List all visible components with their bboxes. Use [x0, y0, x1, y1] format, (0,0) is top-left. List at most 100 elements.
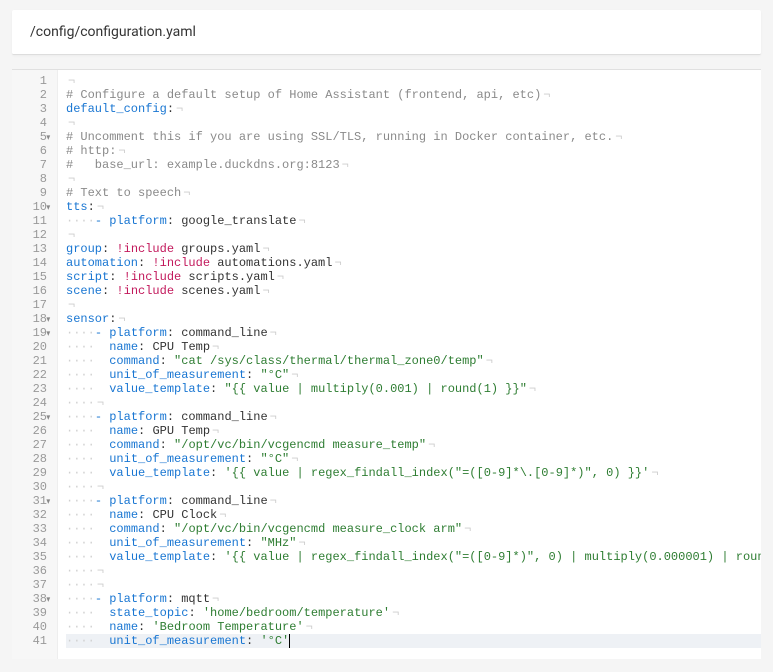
code-line[interactable]: ¬ — [66, 74, 761, 88]
line-number[interactable]: 10▾ — [12, 200, 53, 214]
code-line[interactable]: ···· command: "/opt/vc/bin/vcgencmd meas… — [66, 522, 761, 536]
line-number[interactable]: 15 — [12, 270, 53, 284]
line-number[interactable]: 35 — [12, 550, 53, 564]
eol-marker: ¬ — [277, 270, 284, 284]
code-line[interactable]: ····¬ — [66, 396, 761, 410]
line-number[interactable]: 26 — [12, 424, 53, 438]
line-number[interactable]: 18▾ — [12, 312, 53, 326]
fold-toggle-icon[interactable]: ▾ — [46, 131, 50, 145]
code-line[interactable]: ¬ — [66, 172, 761, 186]
code-line[interactable]: group: !include groups.yaml¬ — [66, 242, 761, 256]
code-line[interactable]: ····- platform: command_line¬ — [66, 494, 761, 508]
line-number[interactable]: 39 — [12, 606, 53, 620]
line-number[interactable]: 1 — [12, 74, 53, 88]
line-number[interactable]: 20 — [12, 340, 53, 354]
line-number[interactable]: 29 — [12, 466, 53, 480]
code-line[interactable]: # Configure a default setup of Home Assi… — [66, 88, 761, 102]
code-line[interactable]: default_config:¬ — [66, 102, 761, 116]
line-number[interactable]: 23 — [12, 382, 53, 396]
code-line[interactable]: ···· value_template: '{{ value | regex_f… — [66, 466, 761, 480]
eol-marker: ¬ — [298, 536, 305, 550]
eol-marker: ¬ — [68, 116, 75, 130]
line-number[interactable]: 37 — [12, 578, 53, 592]
fold-toggle-icon[interactable]: ▾ — [46, 411, 50, 425]
line-number[interactable]: 31▾ — [12, 494, 53, 508]
code-line[interactable]: ···· command: "/opt/vc/bin/vcgencmd meas… — [66, 438, 761, 452]
code-line[interactable]: automation: !include automations.yaml¬ — [66, 256, 761, 270]
code-line[interactable]: ····¬ — [66, 578, 761, 592]
code-line[interactable]: ···· unit_of_measurement: '°C' — [66, 634, 761, 648]
line-number-gutter[interactable]: 12345▾678910▾1112131415161718▾19▾2021222… — [12, 70, 58, 659]
code-line[interactable]: ····- platform: command_line¬ — [66, 410, 761, 424]
code-line[interactable]: # http:¬ — [66, 144, 761, 158]
code-line[interactable]: # Text to speech¬ — [66, 186, 761, 200]
code-content-area[interactable]: ¬# Configure a default setup of Home Ass… — [58, 70, 761, 659]
line-number[interactable]: 4 — [12, 116, 53, 130]
code-line[interactable]: ····- platform: command_line¬ — [66, 326, 761, 340]
fold-toggle-icon[interactable]: ▾ — [46, 593, 50, 607]
line-number[interactable]: 5▾ — [12, 130, 53, 144]
line-number[interactable]: 8 — [12, 172, 53, 186]
eol-marker: ¬ — [97, 578, 104, 592]
line-number[interactable]: 25▾ — [12, 410, 53, 424]
code-line[interactable]: ···· name: CPU Clock¬ — [66, 508, 761, 522]
code-line[interactable]: script: !include scripts.yaml¬ — [66, 270, 761, 284]
line-number[interactable]: 36 — [12, 564, 53, 578]
code-editor[interactable]: 12345▾678910▾1112131415161718▾19▾2021222… — [12, 69, 761, 659]
code-line[interactable]: ···· value_template: '{{ value | regex_f… — [66, 550, 761, 564]
code-line[interactable]: ····¬ — [66, 480, 761, 494]
line-number[interactable]: 27 — [12, 438, 53, 452]
code-line[interactable]: ···· name: 'Bedroom Temperature'¬ — [66, 620, 761, 634]
fold-toggle-icon[interactable]: ▾ — [46, 495, 50, 509]
code-line[interactable]: scene: !include scenes.yaml¬ — [66, 284, 761, 298]
line-number[interactable]: 13 — [12, 242, 53, 256]
eol-marker: ¬ — [97, 564, 104, 578]
line-number[interactable]: 14 — [12, 256, 53, 270]
code-line[interactable]: ¬ — [66, 228, 761, 242]
code-line[interactable]: ¬ — [66, 116, 761, 130]
code-line[interactable]: ···· unit_of_measurement: "°C"¬ — [66, 452, 761, 466]
line-number[interactable]: 19▾ — [12, 326, 53, 340]
line-number[interactable]: 2 — [12, 88, 53, 102]
fold-toggle-icon[interactable]: ▾ — [46, 313, 50, 327]
line-number[interactable]: 6 — [12, 144, 53, 158]
line-number[interactable]: 40 — [12, 620, 53, 634]
code-line[interactable]: ····¬ — [66, 564, 761, 578]
eol-marker: ¬ — [118, 144, 125, 158]
line-number[interactable]: 3 — [12, 102, 53, 116]
line-number[interactable]: 30 — [12, 480, 53, 494]
line-number[interactable]: 22 — [12, 368, 53, 382]
line-number[interactable]: 24 — [12, 396, 53, 410]
code-line[interactable]: ¬ — [66, 298, 761, 312]
code-line[interactable]: tts:¬ — [66, 200, 761, 214]
line-number[interactable]: 34 — [12, 536, 53, 550]
line-number[interactable]: 32 — [12, 508, 53, 522]
code-line[interactable]: ····- platform: mqtt¬ — [66, 592, 761, 606]
line-number[interactable]: 41 — [12, 634, 53, 648]
code-line[interactable]: ···· value_template: "{{ value | multipl… — [66, 382, 761, 396]
code-line[interactable]: # Uncomment this if you are using SSL/TL… — [66, 130, 761, 144]
code-line[interactable]: ···· unit_of_measurement: "°C"¬ — [66, 368, 761, 382]
line-number[interactable]: 9 — [12, 186, 53, 200]
code-line[interactable]: ···· name: GPU Temp¬ — [66, 424, 761, 438]
eol-marker: ¬ — [118, 312, 125, 326]
eol-marker: ¬ — [219, 508, 226, 522]
fold-toggle-icon[interactable]: ▾ — [46, 327, 50, 341]
line-number[interactable]: 38▾ — [12, 592, 53, 606]
code-line[interactable]: ···· name: CPU Temp¬ — [66, 340, 761, 354]
line-number[interactable]: 11 — [12, 214, 53, 228]
code-line[interactable]: ···· command: "cat /sys/class/thermal/th… — [66, 354, 761, 368]
code-line[interactable]: ···· unit_of_measurement: "MHz"¬ — [66, 536, 761, 550]
line-number[interactable]: 12 — [12, 228, 53, 242]
line-number[interactable]: 21 — [12, 354, 53, 368]
line-number[interactable]: 16 — [12, 284, 53, 298]
code-line[interactable]: sensor:¬ — [66, 312, 761, 326]
line-number[interactable]: 33 — [12, 522, 53, 536]
code-line[interactable]: ····- platform: google_translate¬ — [66, 214, 761, 228]
line-number[interactable]: 17 — [12, 298, 53, 312]
line-number[interactable]: 7 — [12, 158, 53, 172]
fold-toggle-icon[interactable]: ▾ — [46, 201, 50, 215]
code-line[interactable]: # base_url: example.duckdns.org:8123¬ — [66, 158, 761, 172]
line-number[interactable]: 28 — [12, 452, 53, 466]
code-line[interactable]: ···· state_topic: 'home/bedroom/temperat… — [66, 606, 761, 620]
